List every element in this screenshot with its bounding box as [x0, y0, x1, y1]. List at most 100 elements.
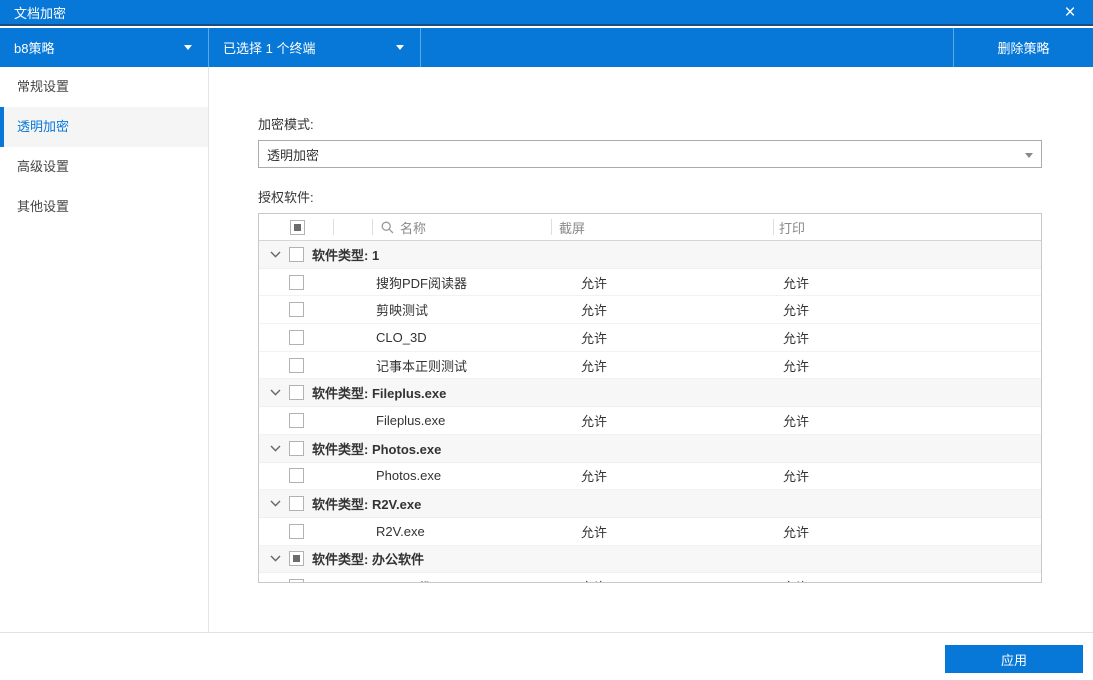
screenshot-permission: 允许	[581, 469, 608, 485]
table-row[interactable]: R2V.exe 允许 允许	[259, 517, 1041, 546]
table-row[interactable]: 剪映测试 允许 允许	[259, 296, 1041, 325]
header-print-cell: 打印	[774, 214, 1041, 240]
delete-policy-button[interactable]: 删除策略	[953, 28, 1093, 67]
screenshot-permission: 允许	[581, 524, 608, 540]
apply-button[interactable]: 应用	[945, 645, 1083, 673]
close-icon[interactable]: ×	[1059, 1, 1081, 23]
group-row[interactable]: 软件类型: 办公软件	[259, 545, 1041, 574]
row-checkbox[interactable]	[289, 523, 304, 539]
header-screenshot-cell: 截屏	[552, 214, 774, 240]
row-checkbox[interactable]	[289, 329, 304, 345]
group-row[interactable]: 软件类型: Fileplus.exe	[259, 379, 1041, 408]
encryption-mode-label: 加密模式:	[258, 117, 314, 132]
software-name: Fileplus.exe	[376, 412, 446, 428]
header-expand-cell	[334, 214, 373, 240]
delete-policy-label: 删除策略	[997, 41, 1050, 56]
table-row[interactable]: Photos.exe 允许 允许	[259, 462, 1041, 491]
sidebar-item[interactable]: 常规设置	[0, 67, 208, 107]
row-checkbox-cell	[259, 357, 334, 373]
policy-dropdown-value: b8策略	[14, 41, 55, 56]
software-name: CLO_3D	[376, 329, 427, 345]
chevron-down-icon	[1025, 153, 1033, 158]
row-checkbox-cell	[259, 579, 334, 582]
screenshot-permission: 允许	[581, 275, 608, 291]
policy-dropdown[interactable]: b8策略	[0, 28, 209, 67]
header-select-all-cell	[259, 214, 334, 240]
print-permission: 允许	[783, 358, 810, 374]
window-titlebar: 文档加密 ×	[0, 0, 1093, 26]
row-checkbox[interactable]	[289, 302, 304, 318]
select-all-checkbox[interactable]	[290, 219, 305, 235]
encryption-mode-value: 透明加密	[267, 147, 320, 163]
sidebar-item[interactable]: 透明加密	[0, 107, 208, 147]
footer: 应用	[0, 632, 1093, 680]
table-row[interactable]: 记事本正则测试 允许 允许	[259, 351, 1041, 380]
print-permission: 允许	[783, 524, 810, 540]
software-name: 记事本正则测试	[376, 358, 468, 374]
software-name: Photos.exe	[376, 468, 442, 484]
header-screenshot-label: 截屏	[559, 220, 586, 236]
header-print-label: 打印	[779, 220, 806, 236]
group-label: 软件类型: R2V.exe	[312, 497, 422, 513]
group-label: 软件类型: 办公软件	[312, 552, 424, 568]
group-label: 软件类型: Fileplus.exe	[312, 386, 447, 402]
group-row[interactable]: 软件类型: Photos.exe	[259, 434, 1041, 463]
row-checkbox[interactable]	[289, 246, 304, 262]
software-name: R2V.exe	[376, 523, 425, 539]
authorized-software-table: 名称 截屏 打印 软件类型: 1 搜狗PDF阅读器 允许 允许 剪映测试 允许 允许 CLO_…	[258, 213, 1042, 583]
window-title: 文档加密	[14, 5, 67, 21]
screenshot-permission: 允许	[581, 330, 608, 346]
row-checkbox[interactable]	[289, 468, 304, 484]
authorized-software-label: 授权软件:	[258, 190, 314, 205]
encryption-mode-select[interactable]: 透明加密	[258, 140, 1042, 168]
toolbar: b8策略 已选择 1 个终端 删除策略	[0, 28, 1093, 67]
row-checkbox-cell	[259, 468, 334, 484]
search-icon	[381, 221, 394, 233]
row-checkbox[interactable]	[289, 385, 304, 401]
table-row[interactable]: WPS Office允许允许	[259, 573, 1041, 582]
table-header: 名称 截屏 打印	[259, 214, 1041, 241]
print-permission: 允许	[783, 303, 810, 319]
row-checkbox[interactable]	[289, 274, 304, 290]
header-name-cell: 名称	[373, 214, 552, 240]
row-checkbox-cell	[259, 329, 334, 345]
terminal-dropdown[interactable]: 已选择 1 个终端	[209, 28, 421, 67]
software-name: 剪映测试	[376, 303, 429, 319]
screenshot-permission: 允许	[552, 577, 774, 582]
print-permission: 允许	[783, 413, 810, 429]
terminal-dropdown-value: 已选择 1 个终端	[223, 41, 316, 56]
row-checkbox[interactable]	[289, 579, 304, 582]
row-checkbox-cell	[259, 412, 334, 428]
row-checkbox[interactable]	[289, 496, 304, 512]
row-checkbox-cell	[259, 302, 334, 318]
screenshot-permission: 允许	[581, 303, 608, 319]
table-row[interactable]: Fileplus.exe 允许 允许	[259, 407, 1041, 435]
group-row[interactable]: 软件类型: 1	[259, 241, 1041, 269]
chevron-down-icon	[184, 45, 192, 50]
chevron-down-icon[interactable]	[269, 389, 281, 396]
print-permission: 允许	[774, 577, 1041, 582]
row-checkbox-cell	[259, 274, 334, 290]
chevron-down-icon[interactable]	[269, 500, 281, 507]
group-row[interactable]: 软件类型: R2V.exe	[259, 490, 1041, 518]
chevron-down-icon[interactable]	[269, 251, 281, 258]
main-content: 加密模式: 透明加密 授权软件: 名称 截屏 打印 软件类型: 1 搜狗PDF阅…	[210, 67, 1093, 632]
row-checkbox[interactable]	[289, 357, 304, 373]
chevron-down-icon[interactable]	[269, 555, 281, 563]
row-checkbox-cell	[259, 523, 334, 539]
print-permission: 允许	[783, 330, 810, 346]
sidebar-item[interactable]: 其他设置	[0, 187, 208, 227]
group-label: 软件类型: Photos.exe	[312, 441, 442, 457]
row-checkbox[interactable]	[289, 551, 304, 567]
row-checkbox[interactable]	[289, 412, 304, 428]
sidebar-item[interactable]: 高级设置	[0, 147, 208, 187]
software-name: WPS Office	[373, 579, 552, 582]
print-permission: 允许	[783, 469, 810, 485]
chevron-down-icon[interactable]	[269, 445, 281, 452]
screenshot-permission: 允许	[581, 358, 608, 374]
table-row[interactable]: 搜狗PDF阅读器 允许 允许	[259, 268, 1041, 297]
row-checkbox[interactable]	[289, 440, 304, 456]
header-name-label: 名称	[400, 220, 427, 236]
table-row[interactable]: CLO_3D 允许 允许	[259, 324, 1041, 352]
